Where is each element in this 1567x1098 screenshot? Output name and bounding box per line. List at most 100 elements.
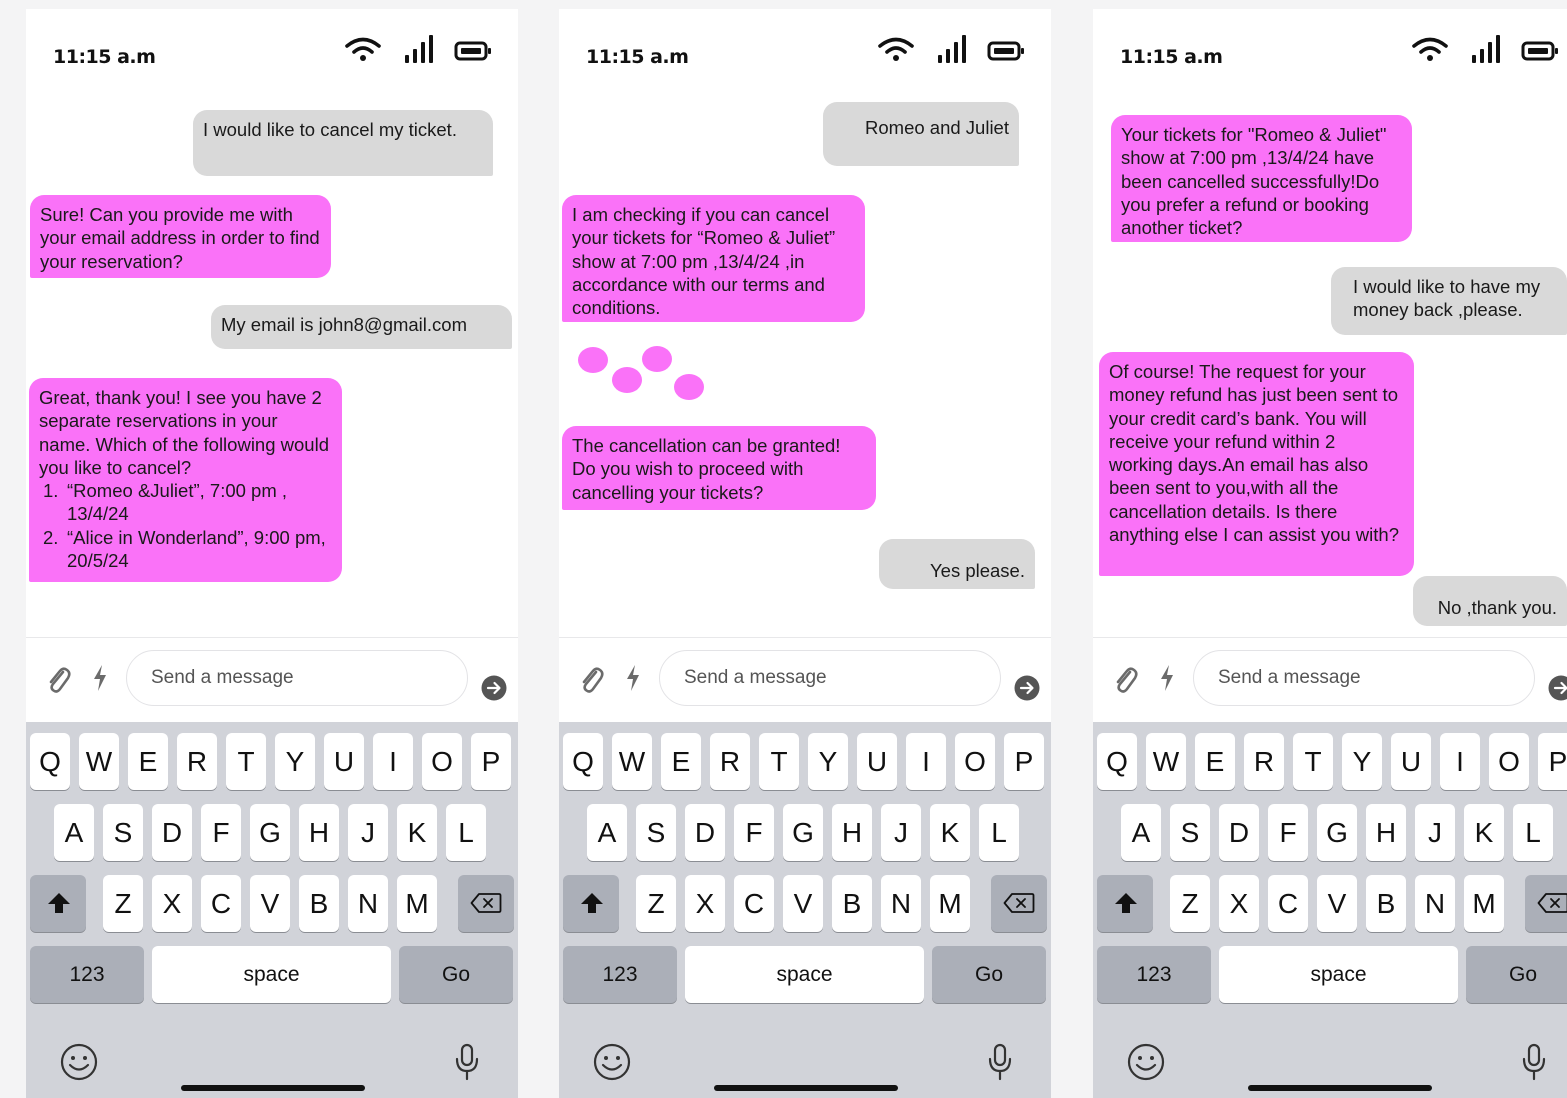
key-k[interactable]: K (397, 804, 437, 861)
key-i[interactable]: I (373, 733, 413, 790)
key-d[interactable]: D (152, 804, 192, 861)
space-key[interactable]: space (685, 946, 924, 1003)
key-n[interactable]: N (348, 875, 388, 932)
key-a[interactable]: A (587, 804, 627, 861)
key-x[interactable]: X (685, 875, 725, 932)
space-key[interactable]: space (1219, 946, 1458, 1003)
emoji-icon[interactable] (1126, 1042, 1166, 1082)
key-b[interactable]: B (1366, 875, 1406, 932)
lightning-icon[interactable] (1159, 664, 1175, 692)
numbers-key[interactable]: 123 (563, 946, 677, 1003)
key-n[interactable]: N (1415, 875, 1455, 932)
key-v[interactable]: V (1317, 875, 1357, 932)
key-r[interactable]: R (177, 733, 217, 790)
key-t[interactable]: T (226, 733, 266, 790)
message-input[interactable]: Send a message (659, 650, 1001, 706)
go-key[interactable]: Go (932, 946, 1046, 1003)
key-a[interactable]: A (1121, 804, 1161, 861)
key-d[interactable]: D (1219, 804, 1259, 861)
microphone-icon[interactable] (454, 1042, 480, 1082)
numbers-key[interactable]: 123 (30, 946, 144, 1003)
key-v[interactable]: V (783, 875, 823, 932)
key-x[interactable]: X (152, 875, 192, 932)
backspace-key[interactable] (458, 875, 514, 932)
send-icon[interactable] (1014, 675, 1040, 701)
key-b[interactable]: B (299, 875, 339, 932)
key-u[interactable]: U (1391, 733, 1431, 790)
key-c[interactable]: C (1268, 875, 1308, 932)
send-icon[interactable] (1548, 675, 1567, 701)
shift-key[interactable] (563, 875, 619, 932)
shift-key[interactable] (30, 875, 86, 932)
paperclip-icon[interactable] (44, 664, 72, 696)
key-g[interactable]: G (250, 804, 290, 861)
message-input[interactable]: Send a message (1193, 650, 1535, 706)
key-o[interactable]: O (422, 733, 462, 790)
numbers-key[interactable]: 123 (1097, 946, 1211, 1003)
key-y[interactable]: Y (275, 733, 315, 790)
key-r[interactable]: R (710, 733, 750, 790)
key-f[interactable]: F (201, 804, 241, 861)
key-v[interactable]: V (250, 875, 290, 932)
key-u[interactable]: U (324, 733, 364, 790)
go-key[interactable]: Go (1466, 946, 1567, 1003)
key-h[interactable]: H (832, 804, 872, 861)
key-q[interactable]: Q (563, 733, 603, 790)
key-y[interactable]: Y (1342, 733, 1382, 790)
key-h[interactable]: H (299, 804, 339, 861)
backspace-key[interactable] (991, 875, 1047, 932)
go-key[interactable]: Go (399, 946, 513, 1003)
key-r[interactable]: R (1244, 733, 1284, 790)
microphone-icon[interactable] (1521, 1042, 1547, 1082)
backspace-key[interactable] (1525, 875, 1567, 932)
key-e[interactable]: E (661, 733, 701, 790)
microphone-icon[interactable] (987, 1042, 1013, 1082)
space-key[interactable]: space (152, 946, 391, 1003)
key-f[interactable]: F (734, 804, 774, 861)
key-b[interactable]: B (832, 875, 872, 932)
key-p[interactable]: P (1538, 733, 1567, 790)
key-w[interactable]: W (79, 733, 119, 790)
key-e[interactable]: E (1195, 733, 1235, 790)
key-j[interactable]: J (881, 804, 921, 861)
key-w[interactable]: W (612, 733, 652, 790)
key-o[interactable]: O (955, 733, 995, 790)
lightning-icon[interactable] (625, 664, 641, 692)
key-x[interactable]: X (1219, 875, 1259, 932)
lightning-icon[interactable] (92, 664, 108, 692)
key-l[interactable]: L (446, 804, 486, 861)
key-j[interactable]: J (348, 804, 388, 861)
key-u[interactable]: U (857, 733, 897, 790)
key-t[interactable]: T (1293, 733, 1333, 790)
key-e[interactable]: E (128, 733, 168, 790)
key-s[interactable]: S (1170, 804, 1210, 861)
key-t[interactable]: T (759, 733, 799, 790)
key-g[interactable]: G (783, 804, 823, 861)
key-g[interactable]: G (1317, 804, 1357, 861)
key-z[interactable]: Z (1170, 875, 1210, 932)
key-p[interactable]: P (1004, 733, 1044, 790)
key-a[interactable]: A (54, 804, 94, 861)
key-y[interactable]: Y (808, 733, 848, 790)
emoji-icon[interactable] (592, 1042, 632, 1082)
paperclip-icon[interactable] (1111, 664, 1139, 696)
key-q[interactable]: Q (1097, 733, 1137, 790)
send-icon[interactable] (481, 675, 507, 701)
shift-key[interactable] (1097, 875, 1153, 932)
key-h[interactable]: H (1366, 804, 1406, 861)
key-z[interactable]: Z (103, 875, 143, 932)
key-o[interactable]: O (1489, 733, 1529, 790)
key-m[interactable]: M (1464, 875, 1504, 932)
paperclip-icon[interactable] (577, 664, 605, 696)
key-w[interactable]: W (1146, 733, 1186, 790)
key-c[interactable]: C (734, 875, 774, 932)
key-j[interactable]: J (1415, 804, 1455, 861)
key-s[interactable]: S (103, 804, 143, 861)
key-q[interactable]: Q (30, 733, 70, 790)
key-k[interactable]: K (1464, 804, 1504, 861)
key-l[interactable]: L (979, 804, 1019, 861)
key-l[interactable]: L (1513, 804, 1553, 861)
key-s[interactable]: S (636, 804, 676, 861)
key-p[interactable]: P (471, 733, 511, 790)
key-z[interactable]: Z (636, 875, 676, 932)
